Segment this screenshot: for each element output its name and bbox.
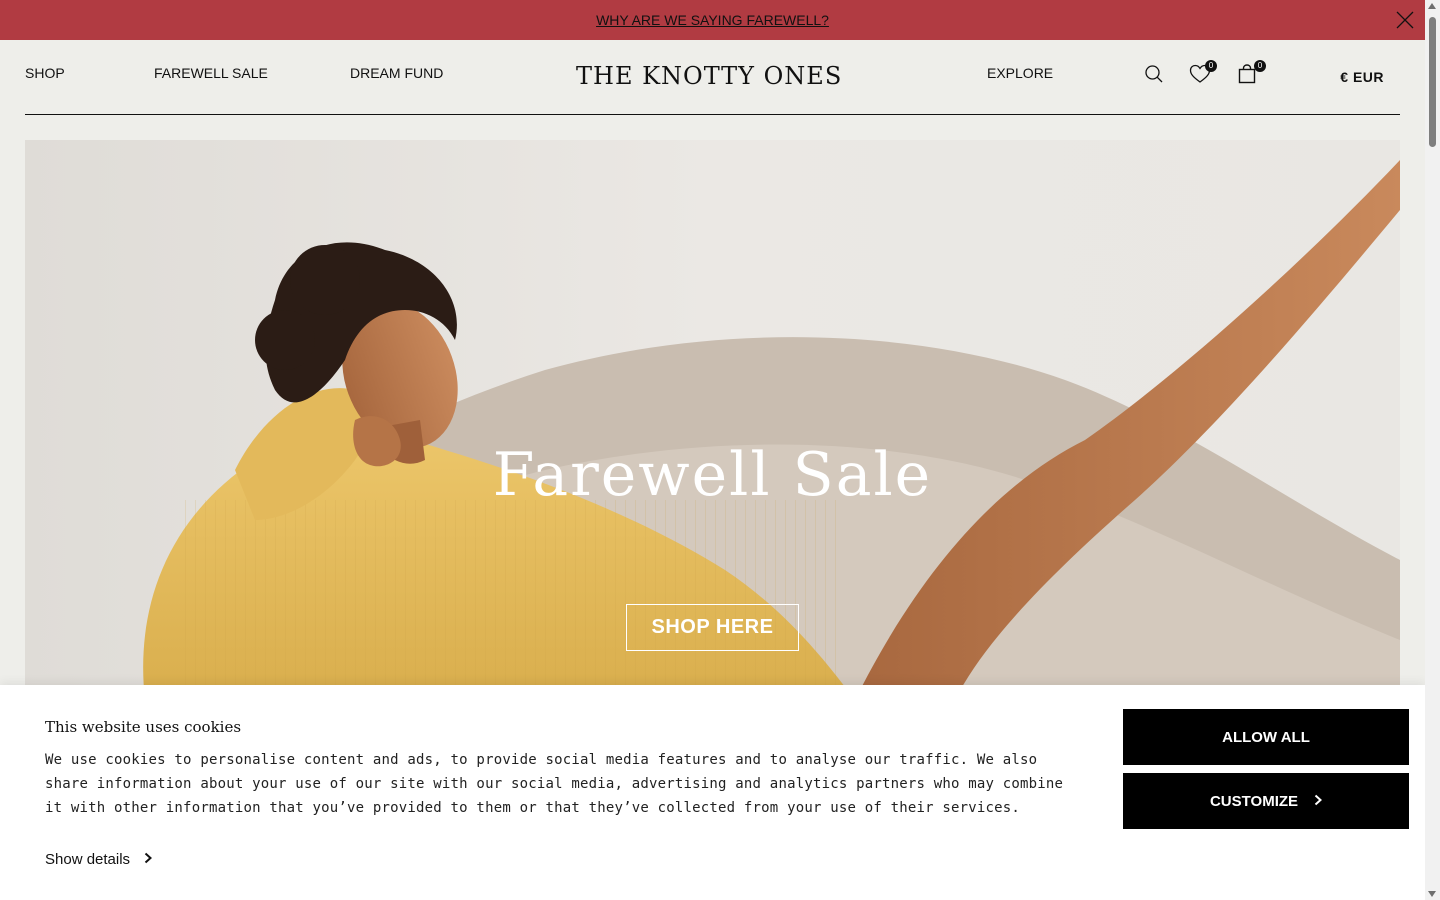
chevron-right-icon	[1314, 793, 1323, 810]
nav-shop[interactable]: SHOP	[25, 65, 65, 81]
allow-all-button[interactable]: ALLOW ALL	[1123, 709, 1409, 765]
bag-icon[interactable]: 0	[1238, 60, 1266, 86]
cookie-description: We use cookies to personalise content an…	[45, 752, 1064, 816]
nav-explore[interactable]: EXPLORE	[987, 65, 1053, 81]
wishlist-count-badge: 0	[1205, 60, 1217, 72]
close-icon[interactable]	[1395, 10, 1415, 30]
show-details-label: Show details	[45, 851, 131, 868]
shop-here-button[interactable]: SHOP HERE	[626, 604, 799, 651]
nav-dream-fund[interactable]: DREAM FUND	[350, 65, 443, 81]
hero-banner: Farewell Sale SHOP HERE	[25, 140, 1400, 700]
site-header: SHOP FAREWELL SALE DREAM FUND THE KNOTTY…	[25, 40, 1400, 115]
cookie-title: This website uses cookies	[45, 718, 242, 736]
customize-label: CUSTOMIZE	[1209, 792, 1299, 810]
scrollbar-thumb[interactable]	[1429, 17, 1436, 147]
page-scrollbar[interactable]	[1425, 0, 1440, 900]
nav-farewell-sale[interactable]: FAREWELL SALE	[154, 65, 268, 81]
cart-count-badge: 0	[1254, 60, 1266, 72]
scroll-up-arrow-icon[interactable]	[1428, 3, 1436, 9]
scroll-down-arrow-icon[interactable]	[1428, 891, 1436, 897]
allow-all-label: ALLOW ALL	[1222, 728, 1310, 746]
hero-title: Farewell Sale	[492, 440, 933, 510]
site-logo[interactable]: THE KNOTTY ONES	[576, 62, 842, 90]
farewell-link[interactable]: WHY ARE WE SAYING FAREWELL?	[596, 12, 829, 28]
cookie-banner: This website uses cookies We use cookies…	[0, 685, 1425, 900]
search-icon[interactable]	[1144, 64, 1166, 86]
announcement-bar: WHY ARE WE SAYING FAREWELL?	[0, 0, 1425, 40]
heart-icon[interactable]: 0	[1189, 60, 1217, 86]
show-details-link[interactable]: Show details	[45, 851, 153, 868]
customize-button[interactable]: CUSTOMIZE	[1123, 773, 1409, 829]
currency-selector[interactable]: € EUR	[1340, 69, 1384, 85]
chevron-right-icon	[144, 851, 153, 868]
